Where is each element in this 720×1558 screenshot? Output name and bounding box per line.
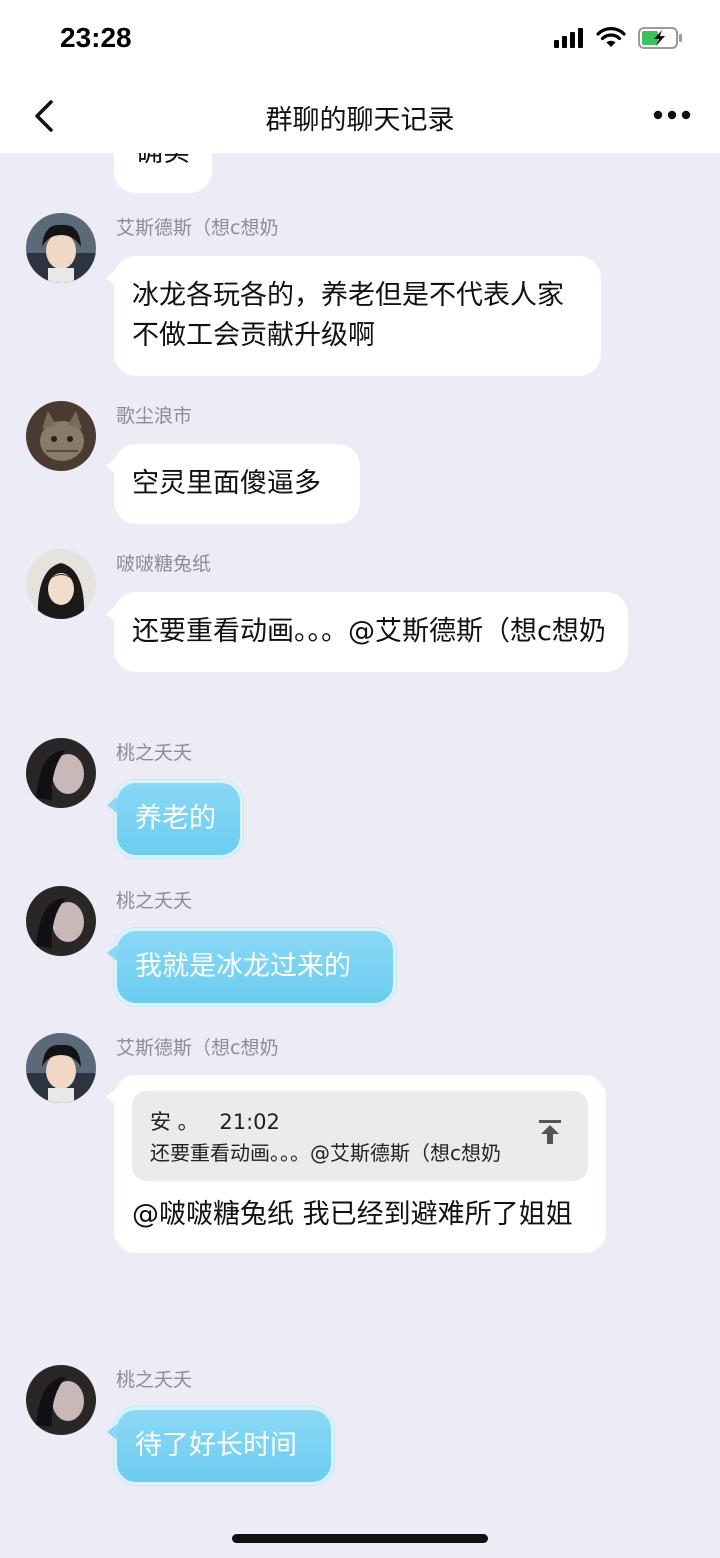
message-bubble[interactable]: 还要重看动画。。。@艾斯德斯（想c想奶: [106, 592, 628, 672]
signal-icon: [554, 28, 584, 52]
status-icons: [554, 26, 684, 54]
status-time: 23:28: [60, 22, 132, 53]
message-bubble[interactable]: 养老的: [107, 780, 243, 858]
avatar[interactable]: [26, 213, 96, 283]
more-dots-icon: [653, 110, 691, 120]
avatar[interactable]: [26, 738, 96, 808]
nav-bar: 群聊的聊天记录: [0, 80, 720, 153]
home-indicator[interactable]: [232, 1534, 488, 1543]
message-bubble[interactable]: 安 。 21:02 还要重看动画。。。@艾斯德斯（想c想奶 @啵啵糖兔纸 我已经…: [106, 1075, 606, 1253]
more-button[interactable]: [652, 100, 692, 130]
quote-author: 安 。: [150, 1110, 199, 1134]
chat-history[interactable]: 确实 艾斯德斯（想c想奶 冰龙各玩各的，养老但是不代表人家不做工会贡献升级啊: [0, 153, 720, 1558]
message-bubble[interactable]: 我就是冰龙过来的: [107, 928, 396, 1006]
message-text: 养老的: [135, 803, 216, 834]
avatar[interactable]: [26, 886, 96, 956]
sender-name: 歌尘浪市: [116, 405, 193, 427]
sender-name: 啵啵糖兔纸: [116, 553, 212, 575]
quote-header: 安 。 21:02: [150, 1105, 570, 1139]
sender-name: 桃之夭夭: [116, 742, 193, 764]
message-bubble[interactable]: 空灵里面傻逼多: [106, 444, 360, 524]
message-bubble[interactable]: 冰龙各玩各的，养老但是不代表人家不做工会贡献升级啊: [106, 256, 601, 376]
page-title: 群聊的聊天记录: [265, 105, 455, 136]
message-text: 确实: [136, 153, 190, 168]
message-bubble[interactable]: 待了好长时间: [107, 1407, 334, 1485]
message-text: 空灵里面傻逼多: [132, 468, 321, 499]
message-text: 冰龙各玩各的，养老但是不代表人家不做工会贡献升级啊: [132, 280, 564, 351]
message-bubble[interactable]: 确实: [114, 153, 212, 193]
quote-text: 还要重看动画。。。@艾斯德斯（想c想奶: [150, 1141, 501, 1165]
avatar[interactable]: [26, 549, 96, 619]
avatar[interactable]: [26, 1033, 96, 1103]
sender-name: 艾斯德斯（想c想奶: [116, 1037, 279, 1059]
sender-name: 艾斯德斯（想c想奶: [116, 217, 279, 239]
sender-name: 桃之夭夭: [116, 890, 193, 912]
sender-name: 桃之夭夭: [116, 1369, 193, 1391]
message-text: 待了好长时间: [135, 1430, 297, 1461]
quoted-message[interactable]: 安 。 21:02 还要重看动画。。。@艾斯德斯（想c想奶: [132, 1091, 588, 1181]
message-text: @啵啵糖兔纸 我已经到避难所了姐姐: [132, 1199, 573, 1230]
avatar[interactable]: [26, 401, 96, 471]
avatar[interactable]: [26, 1365, 96, 1435]
wifi-icon: [596, 27, 626, 53]
quote-time: 21:02: [219, 1110, 280, 1134]
battery-charging-icon: [638, 26, 684, 54]
message-text: 还要重看动画。。。@艾斯德斯（想c想奶: [132, 616, 606, 647]
jump-to-message-icon[interactable]: [538, 1117, 562, 1157]
message-text: 我就是冰龙过来的: [135, 951, 351, 982]
status-bar: 23:28: [0, 0, 720, 80]
